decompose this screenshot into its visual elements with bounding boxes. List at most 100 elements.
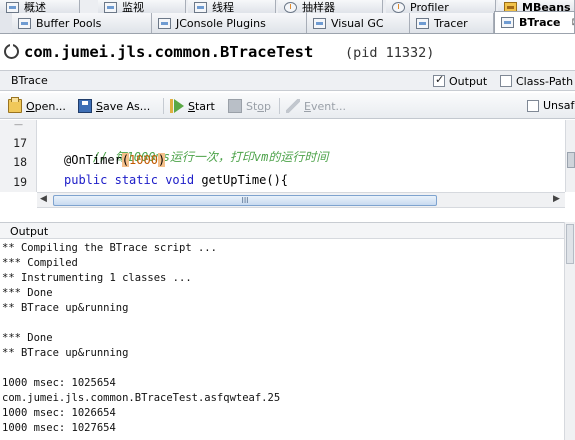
editor-vertical-scrollbar[interactable] — [565, 120, 575, 192]
start-button-label: Start — [188, 99, 215, 113]
code-number: 1000 — [129, 153, 158, 167]
classpath-checkbox[interactable] — [500, 75, 512, 87]
code-bracket: ) — [157, 153, 166, 167]
code-bracket: ( — [121, 153, 130, 167]
output-line: ** BTrace up&running — [2, 347, 129, 359]
tab-tracer[interactable]: Tracer — [410, 13, 494, 33]
tab-sampler[interactable]: 抽样器 — [278, 0, 383, 13]
script-editor[interactable]: — 17 18 19 // 每1000ms运行一次，打印vm的运行时间 @OnT… — [0, 120, 575, 192]
visual-gc-icon — [313, 17, 326, 29]
app-title: com.jumei.jls.common.BTraceTest — [24, 43, 314, 61]
output-console[interactable]: ** Compiling the BTrace script ... *** C… — [0, 240, 564, 440]
output-line: com.jumei.jls.common.BTraceTest.asfqwtea… — [2, 392, 281, 404]
pid-label: (pid 11332) — [345, 45, 435, 61]
tab-monitor[interactable]: 监视 — [98, 0, 186, 13]
scroll-thumb[interactable] — [567, 152, 575, 168]
open-folder-icon — [8, 97, 22, 113]
toolbar-separator — [279, 98, 280, 114]
horizontal-scroll-thumb[interactable]: III — [53, 195, 437, 206]
tab-visual-gc[interactable]: Visual GC — [307, 13, 410, 33]
tab-monitor-label: 监视 — [122, 1, 144, 13]
tab-buffer-pools-label: Buffer Pools — [36, 16, 102, 30]
main-tab-row: 概述 监视 线程 抽样器 Profiler MBeans — [0, 0, 575, 13]
save-as-button[interactable]: Save As... — [78, 97, 150, 115]
output-panel-header: Output — [0, 222, 575, 239]
code-line-19: public static void getUpTime(){ — [64, 173, 288, 187]
save-icon — [78, 99, 92, 113]
open-button[interactable]: Open... — [8, 97, 66, 115]
plugin-tab-row: Buffer Pools JConsole Plugins Visual GC … — [0, 11, 575, 34]
tab-jconsole-plugins-label: JConsole Plugins — [176, 16, 266, 30]
line-number: 17 — [13, 136, 27, 150]
output-line: ** Compiling the BTrace script ... — [2, 242, 217, 254]
code-line-18: @OnTimer(1000) — [64, 153, 166, 167]
code-annotation: @OnTimer — [64, 153, 122, 167]
panel-title: BTrace — [11, 74, 48, 87]
fold-marker: — — [14, 120, 23, 130]
editor-horizontal-scrollbar[interactable]: ◀ III ▶ — [37, 192, 565, 208]
tab-threads-label: 线程 — [212, 1, 234, 13]
line-number: 18 — [13, 155, 27, 169]
output-line: *** Done — [2, 332, 53, 344]
start-button[interactable]: Start — [170, 97, 215, 115]
tab-profiler[interactable]: Profiler — [386, 0, 496, 13]
open-button-label: Open... — [26, 99, 66, 113]
output-title: Output — [10, 225, 49, 238]
line-number-gutter: — 17 18 19 — [0, 120, 37, 192]
event-button-label: Event... — [304, 99, 347, 113]
btrace-toolbar: Open... Save As... Start Stop Event... U… — [0, 93, 575, 119]
unsafe-checkbox-label: Unsafe — [543, 99, 575, 112]
tab-sampler-label: 抽样器 — [302, 1, 335, 13]
scroll-left-icon[interactable]: ◀ — [40, 194, 47, 204]
scroll-right-icon[interactable]: ▶ — [553, 194, 560, 204]
tracer-icon — [416, 17, 429, 29]
lightning-icon — [286, 99, 300, 113]
line-number: 19 — [13, 175, 27, 189]
code-keyword: static — [114, 173, 158, 187]
code-keyword: public — [64, 173, 108, 187]
output-line: 1000 msec: 1026654 — [2, 407, 116, 419]
stop-icon — [228, 99, 242, 113]
tab-tracer-label: Tracer — [434, 16, 468, 30]
output-line: *** Done — [2, 287, 53, 299]
output-line: 1000 msec: 1025654 — [2, 377, 116, 389]
output-line: *** Compiled — [2, 257, 78, 269]
output-checkbox-label: Output — [449, 75, 488, 88]
output-vertical-scrollbar[interactable] — [564, 222, 575, 440]
tab-overview[interactable]: 概述 — [0, 0, 80, 13]
jconsole-plugins-icon — [158, 17, 171, 29]
close-tab-icon[interactable]: ⊠ — [572, 17, 574, 28]
tab-overview-label: 概述 — [24, 1, 46, 13]
output-line: 1000 msec: 1027654 — [2, 422, 116, 434]
tab-visual-gc-label: Visual GC — [331, 16, 384, 30]
tab-btrace-label: BTrace — [519, 16, 561, 29]
scroll-thumb[interactable] — [566, 224, 574, 264]
unsafe-checkbox[interactable] — [527, 100, 539, 112]
tab-threads[interactable]: 线程 — [188, 0, 276, 13]
save-as-button-label: Save As... — [96, 99, 151, 113]
output-line: ** Instrumenting 1 classes ... — [2, 272, 192, 284]
stop-button-label: Stop — [246, 99, 272, 113]
btrace-panel-header: BTrace Output Class-Path — [0, 70, 575, 91]
output-line: ** BTrace up&running — [2, 302, 129, 314]
buffer-pools-icon — [18, 17, 31, 29]
code-keyword: void — [165, 173, 195, 187]
overview-icon — [6, 2, 19, 13]
tab-buffer-pools[interactable]: Buffer Pools — [12, 13, 152, 33]
event-button[interactable]: Event... — [286, 97, 346, 115]
start-icon — [170, 99, 184, 113]
code-text: getUpTime(){ — [194, 173, 289, 187]
monitor-icon — [104, 2, 117, 13]
profiler-icon — [392, 2, 405, 13]
tab-profiler-label: Profiler — [410, 1, 449, 13]
btrace-icon — [501, 17, 514, 28]
output-checkbox[interactable] — [433, 73, 445, 87]
threads-icon — [194, 2, 207, 13]
tab-btrace[interactable]: BTrace ⊠ — [494, 11, 575, 33]
classpath-checkbox-label: Class-Path — [516, 75, 574, 88]
sampler-icon — [284, 2, 297, 13]
toolbar-separator — [163, 98, 164, 114]
stop-button[interactable]: Stop — [228, 97, 271, 115]
power-icon — [4, 42, 19, 59]
tab-jconsole-plugins[interactable]: JConsole Plugins — [152, 13, 307, 33]
